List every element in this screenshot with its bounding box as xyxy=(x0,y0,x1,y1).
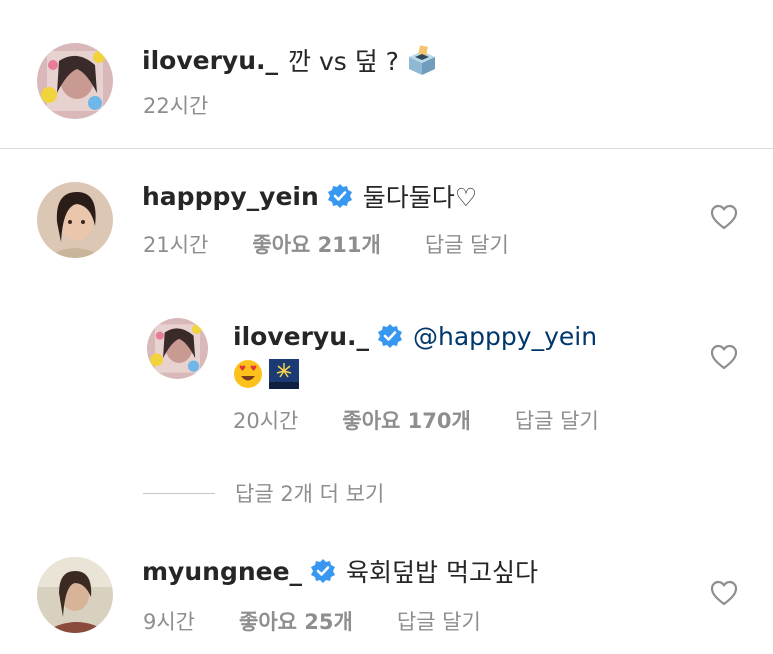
caption-avatar[interactable] xyxy=(37,43,113,119)
heart-eyes-emoji-icon xyxy=(233,359,263,389)
view-more-replies-label[interactable]: 답글 2개 더 보기 xyxy=(235,478,384,508)
like-heart-icon[interactable] xyxy=(710,204,738,230)
comment-likes[interactable]: 좋아요 211개 xyxy=(252,229,380,259)
comment-avatar-myungnee[interactable] xyxy=(37,557,113,633)
comment-meta-3: 9시간 좋아요 25개 답글 달기 xyxy=(143,606,481,636)
comment-username[interactable]: happpy_yein xyxy=(142,182,319,211)
reply-username[interactable]: iloveryu._ xyxy=(233,322,369,351)
verified-badge-icon xyxy=(377,323,403,349)
caption-text: 깐 vs 덮 ? xyxy=(288,47,399,76)
comment-meta-1: 21시간 좋아요 211개 답글 달기 xyxy=(143,229,509,259)
reply-button[interactable]: 답글 달기 xyxy=(397,606,481,636)
comment-line-3: myungnee_ 육회덮밥 먹고싶다 xyxy=(142,553,538,589)
reply-button[interactable]: 답글 달기 xyxy=(515,405,599,435)
ballot-box-icon xyxy=(405,43,439,77)
view-more-replies[interactable]: 답글 2개 더 보기 xyxy=(143,478,384,508)
verified-badge-icon xyxy=(327,183,353,209)
reply-line: iloveryu._ @happpy_yein xyxy=(233,318,597,354)
like-heart-icon[interactable] xyxy=(710,580,738,606)
comment-text: 육회덮밥 먹고싶다 xyxy=(346,558,538,587)
comment-time: 9시간 xyxy=(143,610,196,634)
reply-meta: 20시간 좋아요 170개 답글 달기 xyxy=(233,405,599,435)
fireworks-emoji-icon xyxy=(269,359,299,389)
reply-time: 20시간 xyxy=(233,409,299,433)
comment-avatar-happpy-yein[interactable] xyxy=(37,182,113,258)
caption-username[interactable]: iloveryu._ xyxy=(142,46,278,75)
like-heart-icon[interactable] xyxy=(710,344,738,370)
view-more-divider xyxy=(143,492,215,494)
caption-line: iloveryu._ 깐 vs 덮 ? xyxy=(142,42,439,78)
reply-button[interactable]: 답글 달기 xyxy=(425,229,509,259)
comment-text: 둘다둘다♡ xyxy=(362,183,478,212)
caption-time: 22시간 xyxy=(143,94,209,118)
comment-likes[interactable]: 좋아요 25개 xyxy=(239,606,353,636)
divider xyxy=(0,148,773,149)
verified-badge-icon xyxy=(310,558,336,584)
comment-time: 21시간 xyxy=(143,233,209,257)
reply-likes[interactable]: 좋아요 170개 xyxy=(342,405,470,435)
reply-emojis xyxy=(233,357,305,391)
caption-meta: 22시간 xyxy=(143,90,208,120)
reply-mention[interactable]: @happpy_yein xyxy=(413,322,597,351)
reply-avatar-iloveryu[interactable] xyxy=(147,318,208,379)
comment-username[interactable]: myungnee_ xyxy=(142,557,302,586)
comment-line-1: happpy_yein 둘다둘다♡ xyxy=(142,178,477,214)
